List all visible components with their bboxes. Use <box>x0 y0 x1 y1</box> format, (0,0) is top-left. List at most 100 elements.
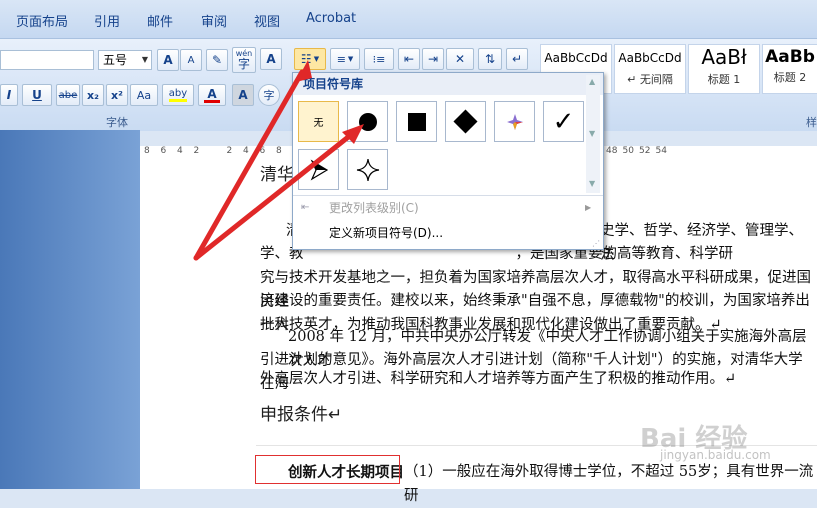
ruler-tick-label: 48 <box>606 146 618 156</box>
tab-acrobat[interactable]: Acrobat <box>306 11 356 26</box>
bullet-circle-option[interactable] <box>347 101 388 142</box>
style-heading-2[interactable]: AaBb 标题 2 <box>762 44 817 94</box>
decrease-indent-button[interactable]: ⇤ <box>398 48 420 70</box>
ruler-tick-label: 6 <box>160 146 167 156</box>
numbering-button[interactable]: ≡ ▼ <box>330 48 360 70</box>
enclose-char-icon: 字 <box>263 89 275 102</box>
bullet-four-point-star-option[interactable] <box>347 149 388 190</box>
more-icon[interactable]: ▼ <box>589 179 595 188</box>
tab-review[interactable]: 审阅 <box>201 11 227 30</box>
tab-view[interactable]: 视图 <box>254 11 280 30</box>
char-border-button[interactable]: A <box>260 48 282 70</box>
highlighter-icon: aby <box>168 88 188 99</box>
ruler-tick-label: 8 <box>276 146 282 156</box>
bullet-checkmark-option[interactable]: ✓ <box>543 101 584 142</box>
chevron-down-icon: ▼ <box>313 55 320 63</box>
eraser-icon: ✎ <box>211 53 223 67</box>
change-case-icon: Aa <box>136 88 152 102</box>
ruler-tick-label: 52 <box>639 146 651 156</box>
style-no-spacing[interactable]: AaBbCcDd ↵ 无间隔 <box>614 44 686 94</box>
doc-title-fragment: 清华 <box>260 165 294 185</box>
checkmark-icon: ✓ <box>552 106 575 137</box>
font-group-label: 字体 <box>106 116 128 129</box>
color-star-icon <box>506 113 523 130</box>
bullet-none-option[interactable]: 无 <box>298 101 339 142</box>
font-color-icon: A <box>207 86 217 101</box>
font-size-value: 五号 <box>103 53 128 67</box>
change-case-button[interactable]: Aa <box>130 84 158 106</box>
gallery-scrollbar[interactable]: ▲ ▼ ▼ <box>586 75 600 193</box>
chevron-down-icon: ▼ <box>347 55 354 63</box>
style-preview: AaBł <box>701 45 747 69</box>
highlight-color-swatch <box>169 99 187 102</box>
bullets-button[interactable]: ☷ ▼ <box>294 48 326 70</box>
resize-grip-icon[interactable]: ⋰ <box>592 239 600 248</box>
filled-diamond-icon <box>453 109 478 134</box>
superscript-button[interactable]: x² <box>106 84 128 106</box>
style-name: ↵ 无间隔 <box>627 73 673 86</box>
filled-circle-icon <box>358 112 377 131</box>
style-heading-1[interactable]: AaBł 标题 1 <box>688 44 760 94</box>
highlight-button[interactable]: aby <box>162 84 194 106</box>
style-name: 标题 2 <box>773 71 807 84</box>
enclose-char-button[interactable]: 字 <box>258 84 280 106</box>
bullet-library-title: 项目符号库 <box>293 73 603 95</box>
outdent-icon: ⇤ <box>403 52 415 66</box>
show-marks-button[interactable]: ↵ <box>506 48 528 70</box>
sort-icon: ⇅ <box>484 52 496 66</box>
ruler-tick-label: 6 <box>259 146 266 156</box>
shrink-font-icon: A <box>187 54 195 66</box>
subscript-button[interactable]: x₂ <box>82 84 104 106</box>
italic-icon: I <box>6 88 12 102</box>
doc-line: （1）一般应在海外取得博士学位，不超过 55岁；具有世界一流研 <box>404 464 814 504</box>
asian-layout-button[interactable]: ✕ <box>446 48 474 70</box>
tab-mailings[interactable]: 邮件 <box>147 11 173 30</box>
style-preview: AaBbCcDd <box>544 51 608 65</box>
bullet-square-option[interactable] <box>396 101 437 142</box>
phonetic-guide-button[interactable]: wén 字 <box>232 47 256 73</box>
numbered-list-icon: ≡ <box>336 52 346 66</box>
change-list-level-item[interactable]: ⇤ 更改列表级别(C) ▶ <box>293 197 592 219</box>
ruler-tick-label: 8 <box>144 146 150 156</box>
doc-line: 外高层次人才引进、科学研究和人才培养等方面产生了积极的推动作用。↵ <box>260 371 737 387</box>
bullet-star-color-option[interactable] <box>494 101 535 142</box>
scroll-down-icon[interactable]: ▼ <box>589 129 595 138</box>
increase-indent-button[interactable]: ⇥ <box>422 48 444 70</box>
ruler-tick-label: 4 <box>243 146 249 156</box>
bullet-list-icon: ☷ <box>300 52 312 66</box>
paragraph-mark-icon: ↵ <box>511 52 523 66</box>
multilevel-list-button[interactable]: ⁝≡ <box>364 48 394 70</box>
define-new-bullet-item[interactable]: 定义新项目符号(D)... <box>293 222 589 244</box>
underline-icon: U <box>32 88 42 102</box>
superscript-icon: x² <box>111 88 123 102</box>
sort-button[interactable]: ⇅ <box>478 48 502 70</box>
shrink-font-button[interactable]: A <box>180 49 202 71</box>
styles-group-label-fragment: 样 <box>806 116 817 129</box>
style-preview: AaBbCcDd <box>618 51 682 65</box>
ruler-tick-label: 50 <box>622 146 634 156</box>
grow-font-icon: A <box>163 53 173 67</box>
chevron-right-icon: ▶ <box>585 203 592 212</box>
italic-button[interactable]: I <box>0 84 18 106</box>
grow-font-button[interactable]: A <box>157 49 179 71</box>
multilevel-list-icon: ⁝≡ <box>372 52 386 66</box>
tab-references[interactable]: 引用 <box>94 11 120 30</box>
ruler-tick-label: 54 <box>655 146 667 156</box>
font-name-combo[interactable] <box>0 50 94 70</box>
bullet-diamond-option[interactable] <box>445 101 486 142</box>
clear-format-button[interactable]: ✎ <box>206 49 228 71</box>
underline-button[interactable]: U <box>22 84 52 106</box>
asian-layout-icon: ✕ <box>454 52 466 66</box>
font-size-combo[interactable]: 五号 ▼ <box>98 50 152 70</box>
strikethrough-button[interactable]: abe <box>56 84 80 106</box>
style-name: 标题 1 <box>707 73 741 86</box>
char-shading-button[interactable]: A <box>232 84 254 106</box>
char-shading-icon: A <box>238 88 248 102</box>
scroll-up-icon[interactable]: ▲ <box>589 77 595 86</box>
watermark-url: jingyan.baidu.com <box>660 448 771 462</box>
tab-page-layout[interactable]: 页面布局 <box>16 11 68 30</box>
wen-sub-label: 字 <box>237 57 250 71</box>
font-color-button[interactable]: A <box>198 84 226 106</box>
bullet-arrowhead-option[interactable] <box>298 149 339 190</box>
style-preview: AaBb <box>765 47 815 67</box>
